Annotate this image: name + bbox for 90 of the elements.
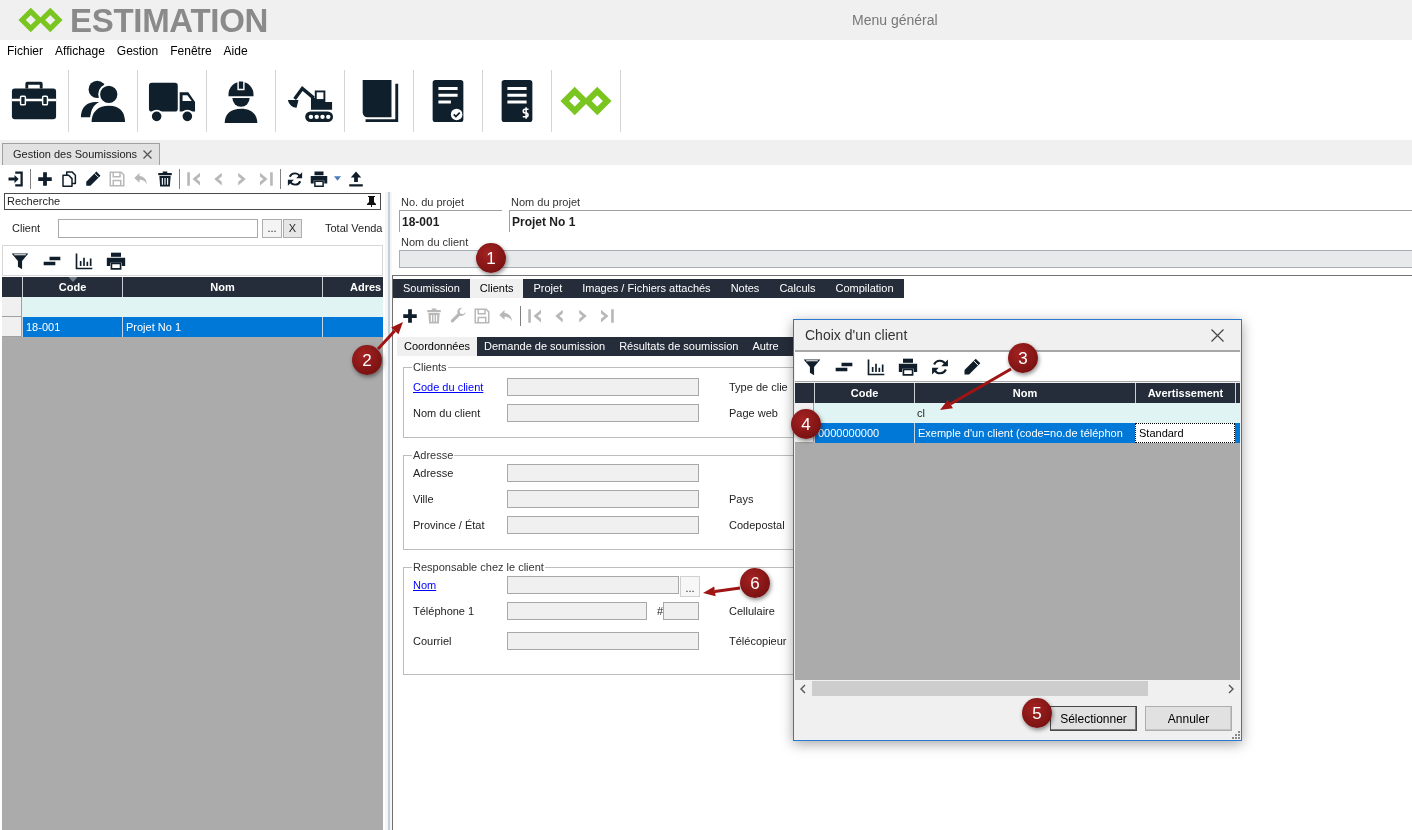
plus-icon[interactable]: [401, 307, 419, 325]
sort-arrow-icon: [68, 277, 77, 282]
field-label: Nom du client: [413, 406, 481, 419]
input-field[interactable]: [507, 404, 699, 422]
field-label: Total Venda: [325, 221, 383, 237]
refresh-icon[interactable]: [286, 169, 304, 188]
right-chevron-icon[interactable]: [1228, 683, 1234, 694]
pencil-icon[interactable]: [962, 356, 982, 377]
table-cell: Standard: [1135, 423, 1235, 443]
caret-down-icon[interactable]: [334, 176, 341, 181]
close-icon[interactable]: [143, 150, 152, 159]
clear-button[interactable]: X: [283, 219, 302, 238]
group-title: Adresse: [412, 449, 455, 462]
field-label: Pays: [729, 492, 754, 505]
menu-item[interactable]: Fichier: [7, 42, 43, 60]
field-label: Adresse: [413, 466, 454, 479]
text-field[interactable]: 18-001: [399, 210, 502, 232]
input-field[interactable]: [507, 632, 699, 650]
tab[interactable]: Images / Fichiers attachés: [572, 279, 721, 298]
input-field[interactable]: [663, 602, 699, 620]
document-tab[interactable]: Gestion des Soumissions: [2, 143, 160, 165]
field-label: Type de clie: [729, 380, 788, 393]
pin-icon[interactable]: [367, 196, 376, 207]
printer-icon[interactable]: [310, 169, 328, 188]
text-field[interactable]: Projet No 1: [509, 210, 1412, 232]
panel-title: Recherche: [7, 194, 61, 210]
table-cell: 18-001: [22, 317, 122, 337]
input-field[interactable]: [507, 464, 699, 482]
printer-icon[interactable]: [106, 250, 126, 271]
field-link[interactable]: Nom: [413, 578, 437, 591]
field-label: #: [657, 603, 663, 619]
resize-grip-icon[interactable]: [1232, 731, 1240, 739]
pencil-icon[interactable]: [84, 169, 102, 188]
tab[interactable]: Résultats de soumission: [612, 337, 746, 356]
field-label: Ville: [413, 492, 434, 505]
window-title: Menu général: [852, 10, 938, 30]
close-icon[interactable]: [1211, 328, 1224, 342]
field-label: Télécopieur: [729, 634, 787, 647]
tab[interactable]: Soumission: [393, 279, 470, 298]
input-field[interactable]: [507, 516, 699, 534]
input-field[interactable]: [507, 490, 699, 508]
app-logo-text: ESTIMATION: [70, 3, 269, 37]
filter-field[interactable]: cl: [914, 403, 1135, 423]
upload-icon[interactable]: [347, 169, 365, 188]
input-field[interactable]: [507, 378, 699, 396]
left-chevron-icon[interactable]: [800, 683, 806, 694]
menu-item[interactable]: Affichage: [55, 42, 105, 60]
menu-item[interactable]: Gestion: [116, 42, 159, 60]
tab[interactable]: Projet: [523, 279, 573, 298]
tab[interactable]: Clients: [469, 279, 524, 298]
tab[interactable]: Demande de soumission: [477, 337, 613, 356]
tab[interactable]: Notes: [720, 279, 770, 298]
field-label: Courriel: [413, 634, 452, 647]
group-title: Clients: [412, 361, 448, 374]
field-label: Codepostal: [729, 518, 785, 531]
printer-icon[interactable]: [898, 356, 918, 377]
field-label: Province / État: [413, 518, 485, 531]
tab[interactable]: Coordonnées: [397, 337, 478, 356]
horizontal-scrollbar[interactable]: [795, 680, 1240, 697]
field-label: Client: [12, 222, 41, 235]
trash-icon[interactable]: [156, 169, 174, 188]
input-field[interactable]: [507, 576, 679, 594]
menu-item[interactable]: Fenêtre: [170, 42, 212, 60]
tab[interactable]: Compilation: [825, 279, 904, 298]
input-field[interactable]: [507, 602, 647, 620]
field-label: Page web: [729, 406, 778, 419]
field-label: No. du projet: [401, 194, 464, 210]
copy-icon[interactable]: [60, 169, 78, 188]
tab[interactable]: Autre: [745, 337, 786, 356]
door-arrow-icon[interactable]: [7, 169, 25, 188]
browse-button[interactable]: ...: [262, 219, 282, 238]
table-row[interactable]: 18-001 Projet No 1: [2, 317, 383, 337]
scrollbar-thumb[interactable]: [812, 681, 1148, 696]
field-link[interactable]: Code du client: [413, 380, 484, 393]
group-title: Responsable chez le client: [412, 561, 545, 574]
browse-button[interactable]: ...: [680, 576, 700, 597]
client-field[interactable]: [58, 219, 258, 238]
dialog-button[interactable]: Annuler: [1145, 706, 1232, 731]
menu-item[interactable]: Aide: [223, 42, 248, 60]
logo-icon: [18, 7, 63, 33]
dialog-button[interactable]: Sélectionner: [1050, 706, 1137, 731]
table-cell: Projet No 1: [122, 317, 322, 337]
field-label: Nom du projet: [511, 194, 581, 210]
field-label: Nom du client: [401, 234, 469, 250]
tab[interactable]: Calculs: [769, 279, 826, 298]
field-label: Téléphone 1: [413, 604, 475, 617]
field-label: Cellulaire: [729, 604, 775, 617]
dialog-title: Choix d'un client: [805, 325, 908, 345]
plus-icon[interactable]: [36, 169, 54, 188]
input-field[interactable]: [399, 250, 1412, 268]
